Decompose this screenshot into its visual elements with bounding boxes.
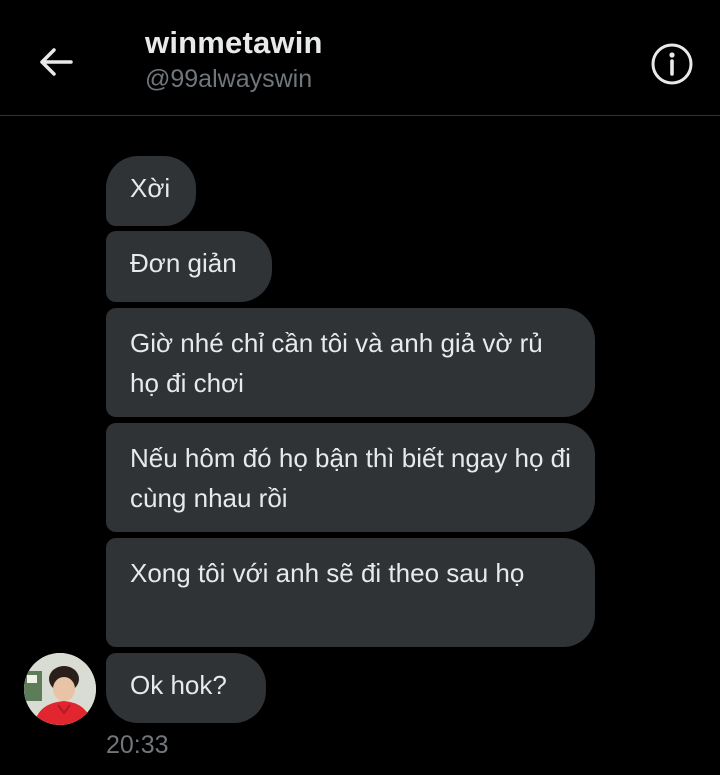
message-bubble[interactable]: Nếu hôm đó họ bận thì biết ngay họ đi cù… [106,423,595,532]
message-bubble[interactable]: Đơn giản [106,231,272,302]
back-button[interactable] [32,40,80,84]
message-bubble[interactable]: Xời [106,156,196,226]
info-button[interactable] [648,40,696,88]
arrow-left-icon [40,48,73,76]
conversation-header: winmetawin @99alwayswin [0,0,720,116]
message-bubble[interactable]: Ok hok? [106,653,266,723]
contact-handle: @99alwayswin [145,65,313,93]
info-circle-icon [651,43,693,85]
conversation-title[interactable]: winmetawin @99alwayswin [145,24,323,94]
avatar[interactable] [24,653,96,725]
message-bubble[interactable]: Giờ nhé chỉ cần tôi và anh giả vờ rủ họ … [106,308,595,417]
message-bubble[interactable]: Xong tôi với anh sẽ đi theo sau họ [106,538,595,647]
avatar-photo [24,653,96,725]
contact-name: winmetawin [145,25,323,60]
message-timestamp: 20:33 [106,731,169,759]
